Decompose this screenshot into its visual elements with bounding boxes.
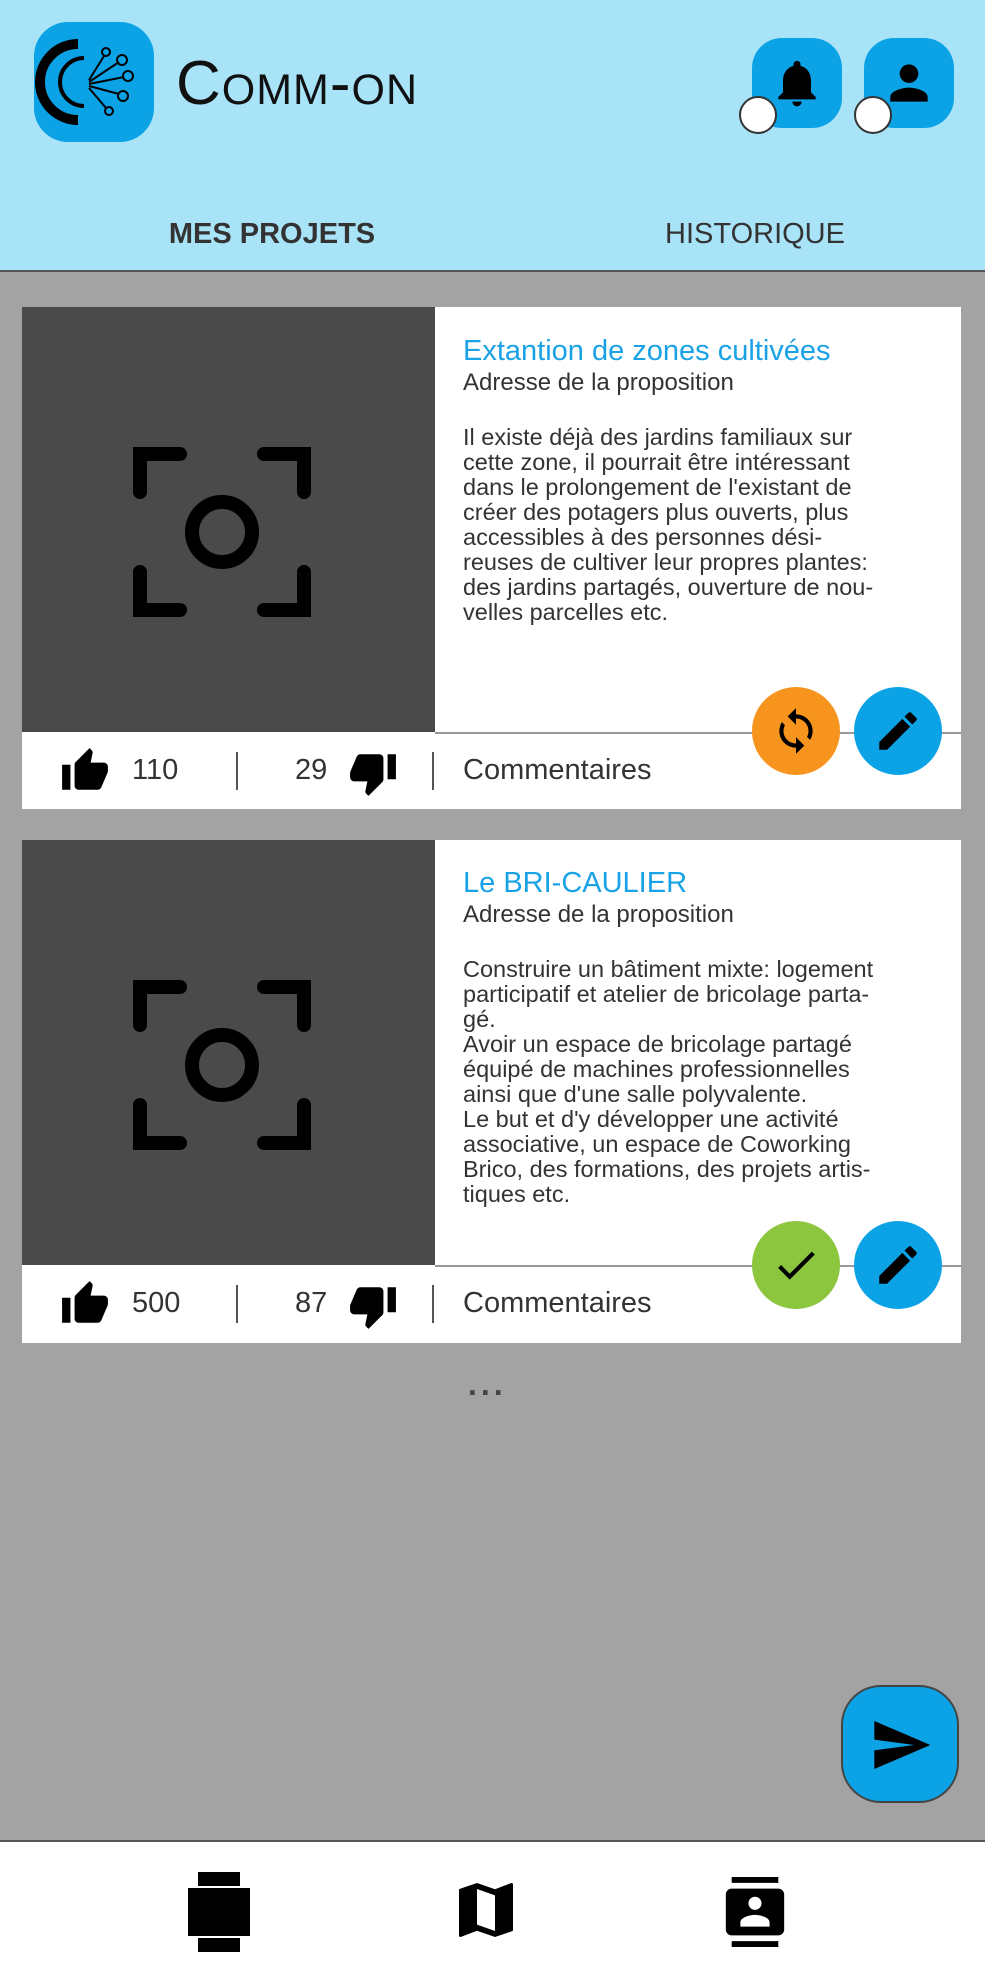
nav-item-map[interactable] xyxy=(450,1872,522,1953)
separator xyxy=(236,1285,238,1323)
user-icon xyxy=(890,64,928,102)
project-address: Adresse de la proposition xyxy=(463,901,734,928)
camera-placeholder-icon xyxy=(133,980,311,1150)
likes-count: 500 xyxy=(132,1287,181,1319)
tab-historique[interactable]: HISTORIQUE xyxy=(665,218,845,251)
likes-count: 110 xyxy=(132,754,179,786)
watch-icon xyxy=(188,1872,250,1952)
separator xyxy=(432,1285,434,1323)
network-logo-icon xyxy=(35,39,134,125)
project-address: Adresse de la proposition xyxy=(463,369,734,396)
separator xyxy=(432,752,434,790)
check-icon xyxy=(778,1251,815,1280)
app-logo xyxy=(34,22,154,142)
tab-mes-projets[interactable]: MES PROJETS xyxy=(169,218,375,251)
nav-item-contacts[interactable] xyxy=(720,1872,790,1957)
project-title[interactable]: Le BRI-CAULIER xyxy=(463,867,687,900)
send-icon xyxy=(874,1721,931,1769)
camera-placeholder-icon xyxy=(133,447,311,617)
thumbs-down-icon[interactable] xyxy=(346,1281,400,1331)
thumbs-up-icon[interactable] xyxy=(58,746,112,796)
submit-proposal-button[interactable] xyxy=(841,1685,959,1803)
project-title[interactable]: Extantion de zones cultivées xyxy=(463,335,831,368)
project-card[interactable]: Le BRI-CAULIER Adresse de la proposition… xyxy=(22,840,961,1343)
nav-item-watch[interactable] xyxy=(186,1872,252,1957)
pencil-icon xyxy=(879,712,917,750)
app-name: Comm-on xyxy=(176,49,419,118)
contacts-icon xyxy=(725,1877,785,1947)
refresh-icon xyxy=(779,708,813,754)
project-description: Construire un bâtiment mixte: logement p… xyxy=(463,956,874,1207)
pencil-icon xyxy=(879,1246,917,1284)
bell-icon xyxy=(778,60,816,107)
map-icon xyxy=(459,1883,513,1937)
comments-link[interactable]: Commentaires xyxy=(463,754,652,787)
bottom-navigation xyxy=(0,1840,985,1972)
dislikes-count: 29 xyxy=(295,754,328,786)
notification-indicator xyxy=(739,96,777,134)
app-header: Comm-on MES PROJETS HISTORIQUE xyxy=(0,0,985,272)
project-image-placeholder xyxy=(22,307,435,732)
edit-button[interactable] xyxy=(854,687,942,775)
project-description: Il existe déjà des jardins familiaux sur… xyxy=(463,424,874,625)
profile-indicator xyxy=(854,96,892,134)
more-indicator: ... xyxy=(468,1366,507,1402)
comments-link[interactable]: Commentaires xyxy=(463,1287,652,1320)
project-card[interactable]: Extantion de zones cultivées Adresse de … xyxy=(22,307,961,809)
thumbs-up-icon[interactable] xyxy=(58,1279,112,1329)
project-image-placeholder xyxy=(22,840,435,1265)
status-approved-button[interactable] xyxy=(752,1221,840,1309)
thumbs-down-icon[interactable] xyxy=(346,748,400,798)
status-pending-button[interactable] xyxy=(752,687,840,775)
separator xyxy=(236,752,238,790)
dislikes-count: 87 xyxy=(295,1287,328,1319)
edit-button[interactable] xyxy=(854,1221,942,1309)
